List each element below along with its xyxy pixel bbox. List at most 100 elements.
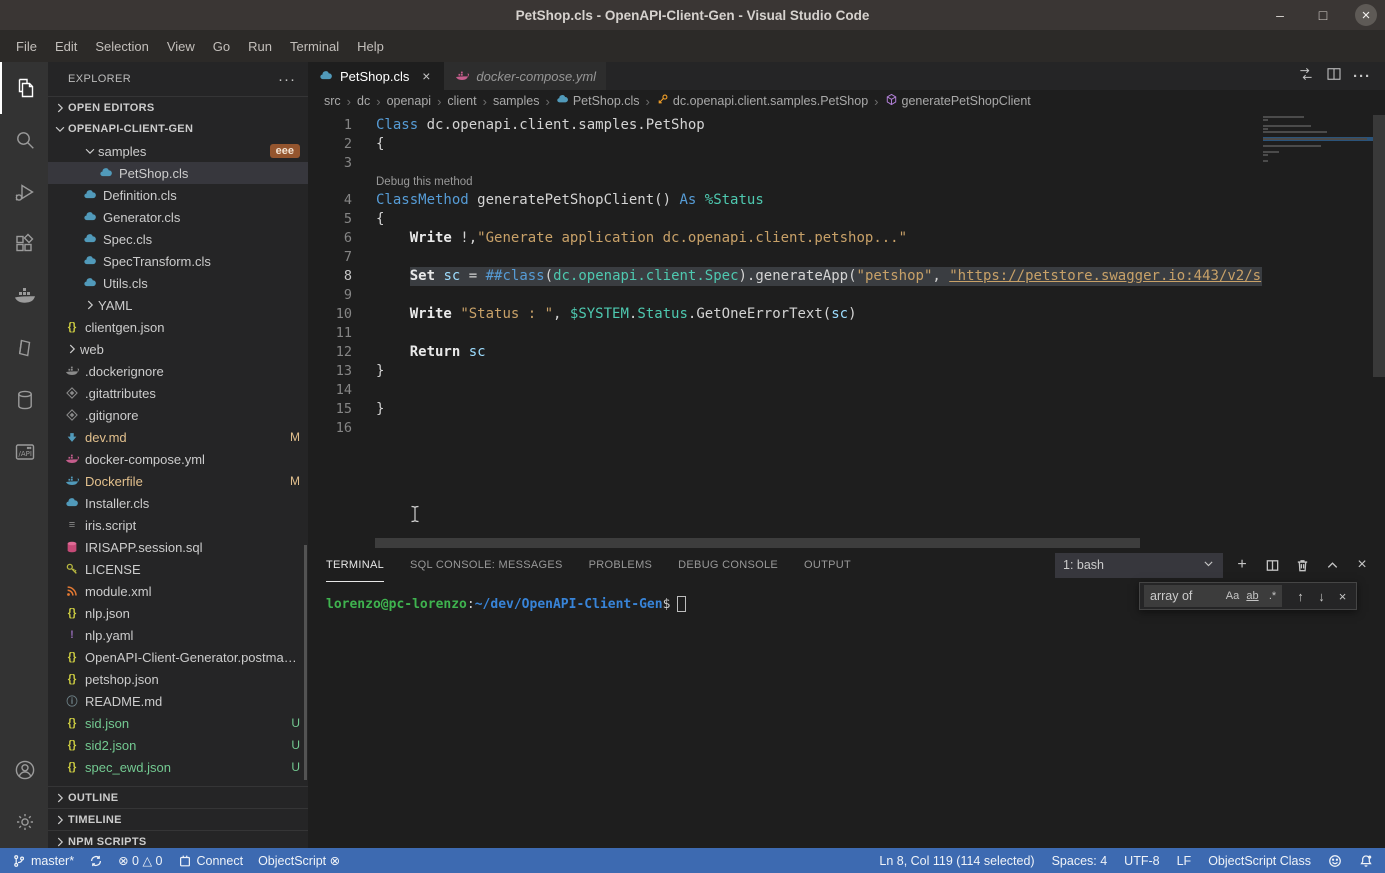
tree-file-spectransform-cls[interactable]: SpecTransform.cls <box>48 250 308 272</box>
tree-file-spec-ewd-json[interactable]: {}spec_ewd.jsonU <box>48 756 308 778</box>
tree-file-dockerfile[interactable]: DockerfileM <box>48 470 308 492</box>
sidebar-scrollbar[interactable] <box>304 545 307 780</box>
tree-file-readme-md[interactable]: ⓘREADME.md <box>48 690 308 712</box>
editor-vertical-scrollbar[interactable] <box>1373 115 1385 377</box>
activitybar-extensions[interactable] <box>0 218 48 270</box>
menu-go[interactable]: Go <box>204 30 239 62</box>
tree-file-iris-script[interactable]: ≡iris.script <box>48 514 308 536</box>
tree-file--gitignore[interactable]: .gitignore <box>48 404 308 426</box>
breadcrumb-item-generatepetshopclient[interactable]: generatePetShopClient <box>885 93 1031 109</box>
regex-toggle[interactable]: .* <box>1264 590 1281 602</box>
section-open-editors[interactable]: OPEN EDITORS <box>48 96 308 118</box>
minimap[interactable] <box>1263 116 1373 166</box>
match-case-toggle[interactable]: Aa <box>1224 590 1241 602</box>
breadcrumb-item-dc-openapi-client-samples-petshop[interactable]: dc.openapi.client.samples.PetShop <box>656 93 868 109</box>
split-editor-button[interactable] <box>1325 65 1343 88</box>
section-npm-scripts[interactable]: NPM SCRIPTS <box>48 830 308 848</box>
tree-file-petshop-cls[interactable]: PetShop.cls <box>48 162 308 184</box>
tree-file-docker-compose-yml[interactable]: docker-compose.yml <box>48 448 308 470</box>
tree-file-nlp-json[interactable]: {}nlp.json <box>48 602 308 624</box>
status-sync[interactable] <box>89 854 103 868</box>
panel-tab-output[interactable]: OUTPUT <box>804 548 851 582</box>
section-openapi-client-gen[interactable]: OPENAPI-CLIENT-GEN <box>48 118 308 140</box>
minimize-button[interactable]: – <box>1269 4 1291 26</box>
breadcrumb-item-petshop-cls[interactable]: PetShop.cls <box>556 93 640 109</box>
maximize-panel-button[interactable] <box>1321 554 1343 576</box>
open-changes-button[interactable] <box>1297 65 1315 88</box>
terminal-content[interactable]: lorenzo@pc-lorenzo:~/dev/OpenAPI-Client-… <box>326 596 686 612</box>
tree-file-utils-cls[interactable]: Utils.cls <box>48 272 308 294</box>
close-button[interactable]: × <box>1355 4 1377 26</box>
status-encoding[interactable]: UTF-8 <box>1124 854 1159 868</box>
code-editor[interactable]: 1Class dc.openapi.client.samples.PetShop… <box>308 112 1262 538</box>
find-previous-button[interactable]: ↑ <box>1291 589 1310 604</box>
status-cursor-position[interactable]: Ln 8, Col 119 (114 selected) <box>879 854 1034 868</box>
tree-file-clientgen-json[interactable]: {}clientgen.json <box>48 316 308 338</box>
breadcrumb-item-src[interactable]: src <box>324 94 341 108</box>
menu-run[interactable]: Run <box>239 30 281 62</box>
status-connect[interactable]: Connect <box>178 854 244 868</box>
tab-petshop-cls[interactable]: PetShop.cls× <box>308 62 444 90</box>
tree-file-generator-cls[interactable]: Generator.cls <box>48 206 308 228</box>
activitybar-settings[interactable] <box>0 796 48 848</box>
tree-file-installer-cls[interactable]: Installer.cls <box>48 492 308 514</box>
breadcrumb-item-client[interactable]: client <box>447 94 476 108</box>
menu-view[interactable]: View <box>158 30 204 62</box>
breadcrumb-item-dc[interactable]: dc <box>357 94 370 108</box>
activitybar-api-explorer[interactable]: /API <box>0 426 48 478</box>
section-outline[interactable]: OUTLINE <box>48 786 308 808</box>
find-next-button[interactable]: ↓ <box>1312 589 1331 604</box>
section-timeline[interactable]: TIMELINE <box>48 808 308 830</box>
tree-folder-web[interactable]: web <box>48 338 308 360</box>
status-eol[interactable]: LF <box>1177 854 1192 868</box>
activitybar-search[interactable] <box>0 114 48 166</box>
tree-file-sid2-json[interactable]: {}sid2.jsonU <box>48 734 308 756</box>
status-notifications[interactable] <box>1359 854 1373 868</box>
status-objectscript-connection[interactable]: ObjectScript ⊗ <box>258 853 340 868</box>
tree-file-sid-json[interactable]: {}sid.jsonU <box>48 712 308 734</box>
tree-file--gitattributes[interactable]: .gitattributes <box>48 382 308 404</box>
tab-docker-compose-yml[interactable]: docker-compose.yml <box>444 62 606 90</box>
editor-more-actions-button[interactable]: ··· <box>1353 68 1371 85</box>
close-panel-button[interactable]: × <box>1351 554 1373 576</box>
find-close-button[interactable]: × <box>1333 589 1352 604</box>
menu-selection[interactable]: Selection <box>86 30 157 62</box>
activitybar-run-debug[interactable] <box>0 166 48 218</box>
maximize-button[interactable]: □ <box>1312 4 1334 26</box>
activitybar-intersystems[interactable] <box>0 322 48 374</box>
activitybar-docker[interactable] <box>0 270 48 322</box>
terminal-shell-select[interactable]: 1: bash <box>1055 553 1223 578</box>
status-problems[interactable]: ⊗ 0 △ 0 <box>118 853 162 868</box>
activitybar-database[interactable] <box>0 374 48 426</box>
tree-folder-yaml[interactable]: YAML <box>48 294 308 316</box>
editor-horizontal-scrollbar[interactable] <box>375 538 1140 548</box>
tree-file-nlp-yaml[interactable]: !nlp.yaml <box>48 624 308 646</box>
new-terminal-button[interactable]: + <box>1231 554 1253 576</box>
tree-file-openapi-client-generator-postman-[interactable]: {}OpenAPI-Client-Generator.postman… <box>48 646 308 668</box>
tree-file-module-xml[interactable]: module.xml <box>48 580 308 602</box>
kill-terminal-button[interactable] <box>1291 554 1313 576</box>
tree-file-dev-md[interactable]: dev.mdM <box>48 426 308 448</box>
status-language-mode[interactable]: ObjectScript Class <box>1208 854 1311 868</box>
status-feedback[interactable] <box>1328 854 1342 868</box>
tree-file-irisapp-session-sql[interactable]: IRISAPP.session.sql <box>48 536 308 558</box>
tree-file-license[interactable]: LICENSE <box>48 558 308 580</box>
tree-file-spec-cls[interactable]: Spec.cls <box>48 228 308 250</box>
tab-close-icon[interactable]: × <box>418 68 434 84</box>
panel-tab-debug-console[interactable]: DEBUG CONSOLE <box>678 548 778 582</box>
tree-file--dockerignore[interactable]: .dockerignore <box>48 360 308 382</box>
panel-tab-terminal[interactable]: TERMINAL <box>326 548 384 582</box>
codelens-debug-this-method[interactable]: Debug this method <box>308 173 1262 191</box>
tree-file-definition-cls[interactable]: Definition.cls <box>48 184 308 206</box>
status-indentation[interactable]: Spaces: 4 <box>1052 854 1108 868</box>
status-git-branch[interactable]: master* <box>12 854 74 868</box>
breadcrumb-item-samples[interactable]: samples <box>493 94 540 108</box>
menu-edit[interactable]: Edit <box>46 30 86 62</box>
menu-terminal[interactable]: Terminal <box>281 30 348 62</box>
sidebar-more-actions-icon[interactable]: ··· <box>278 71 296 88</box>
activitybar-explorer[interactable] <box>0 62 48 114</box>
tree-folder-samples[interactable]: sampleseee <box>48 140 308 162</box>
breadcrumb-item-openapi[interactable]: openapi <box>387 94 432 108</box>
whole-word-toggle[interactable]: ab <box>1244 590 1261 602</box>
split-terminal-button[interactable] <box>1261 554 1283 576</box>
